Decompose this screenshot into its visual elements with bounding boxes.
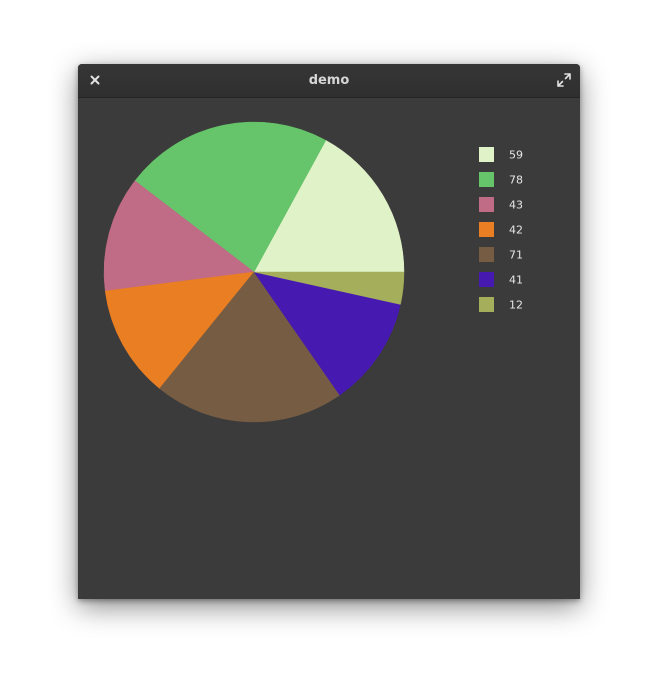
legend-label: 42 (509, 224, 523, 237)
title-bar: demo (78, 64, 580, 98)
pie-slices (103, 121, 405, 423)
legend-label: 12 (509, 299, 523, 312)
app-window: demo 59 78 43 42 71 41 12 (78, 64, 580, 599)
maximize-button[interactable] (556, 72, 572, 88)
pie-chart: 59 78 43 42 71 41 12 (103, 121, 523, 423)
legend-swatch (479, 272, 494, 287)
legend-swatch (479, 222, 494, 237)
legend: 59 78 43 42 71 41 12 (479, 147, 523, 312)
window-title: demo (308, 73, 350, 88)
legend-swatch (479, 172, 494, 187)
legend-item-12: 12 (479, 297, 523, 312)
legend-swatch (479, 147, 494, 162)
legend-item-41: 41 (479, 272, 523, 287)
plot-area: 59 78 43 42 71 41 12 (78, 98, 580, 599)
legend-item-42: 42 (479, 222, 523, 237)
legend-label: 78 (509, 174, 523, 187)
legend-label: 43 (509, 199, 523, 212)
legend-swatch (479, 247, 494, 262)
legend-item-71: 71 (479, 247, 523, 262)
legend-swatch (479, 297, 494, 312)
legend-swatch (479, 197, 494, 212)
legend-item-59: 59 (479, 147, 523, 162)
maximize-icon (557, 73, 571, 87)
legend-label: 71 (509, 249, 523, 262)
legend-item-43: 43 (479, 197, 523, 212)
legend-label: 59 (509, 149, 523, 162)
legend-label: 41 (509, 274, 523, 287)
legend-item-78: 78 (479, 172, 523, 187)
